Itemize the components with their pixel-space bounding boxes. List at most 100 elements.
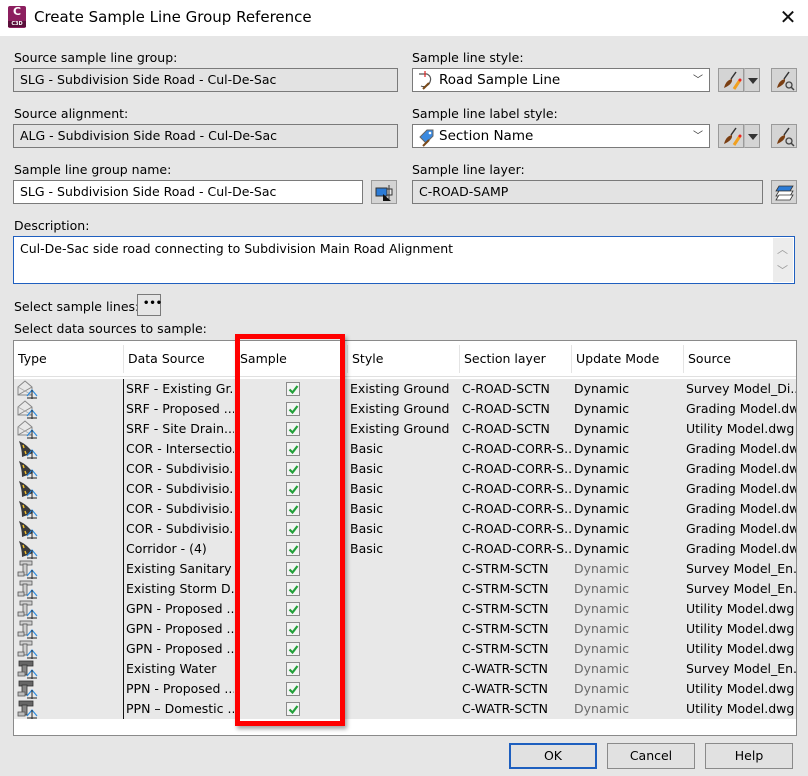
table-row[interactable]: SRF - Proposed ... Existing Ground C-ROAD-… (14, 399, 796, 419)
cell-section-layer[interactable]: C-STRM-SCTN (462, 559, 572, 579)
label-style-menu-arrow[interactable] (744, 124, 760, 148)
cell-update-mode[interactable]: Dynamic (574, 659, 682, 679)
layer-select-button[interactable] (771, 180, 797, 204)
cell-section-layer[interactable]: C-WATR-SCTN (462, 679, 572, 699)
cell-style[interactable]: Basic (350, 439, 458, 459)
cell-update-mode[interactable]: Dynamic (574, 439, 682, 459)
cell-update-mode[interactable]: Dynamic (574, 599, 682, 619)
table-row[interactable]: COR - Subdivisio... Basic C-ROAD-CORR-S...… (14, 499, 796, 519)
table-row[interactable]: Existing Sanitary ... C-STRM-SCTNDynamic S… (14, 559, 796, 579)
column-header-style[interactable]: Style (348, 341, 460, 377)
cell-section-layer[interactable]: C-ROAD-CORR-S... (462, 539, 572, 559)
sample-checkbox[interactable] (286, 422, 300, 436)
cell-section-layer[interactable]: C-ROAD-CORR-S... (462, 499, 572, 519)
sample-checkbox[interactable] (286, 642, 300, 656)
cell-update-mode[interactable]: Dynamic (574, 519, 682, 539)
column-header-update-mode[interactable]: Update Mode (572, 341, 684, 377)
cancel-button[interactable]: Cancel (607, 743, 695, 769)
cell-update-mode[interactable]: Dynamic (574, 459, 682, 479)
cell-section-layer[interactable]: C-ROAD-CORR-S... (462, 439, 572, 459)
column-header-data-source[interactable]: Data Source (124, 341, 236, 377)
scroll-up-icon[interactable]: ︿ (777, 241, 788, 257)
ok-button[interactable]: OK (509, 743, 597, 769)
sample-checkbox[interactable] (286, 402, 300, 416)
cell-style[interactable] (350, 659, 458, 679)
table-row[interactable]: COR - Intersectio... Basic C-ROAD-CORR-S..… (14, 439, 796, 459)
sample-checkbox[interactable] (286, 582, 300, 596)
cell-update-mode[interactable]: Dynamic (574, 539, 682, 559)
cell-style[interactable]: Basic (350, 499, 458, 519)
help-button[interactable]: Help (705, 743, 793, 769)
table-row[interactable]: Existing Water C-WATR-SCTN Dynamic Survey M… (14, 659, 796, 679)
cell-style[interactable] (350, 599, 458, 619)
cell-section-layer[interactable]: C-WATR-SCTN (462, 699, 572, 719)
line-style-edit-button[interactable] (718, 68, 744, 92)
column-header-type[interactable]: Type (14, 341, 124, 377)
sample-checkbox[interactable] (286, 522, 300, 536)
sample-checkbox[interactable] (286, 502, 300, 516)
column-header-section-layer[interactable]: Section layer (460, 341, 572, 377)
table-row[interactable]: COR - Subdivisio... Basic C-ROAD-CORR-S...… (14, 519, 796, 539)
line-style-menu-arrow[interactable] (744, 68, 760, 92)
table-row[interactable]: COR - Subdivisio... Basic C-ROAD-CORR-S...… (14, 479, 796, 499)
label-style-preview-button[interactable] (771, 124, 797, 148)
cell-section-layer[interactable]: C-STRM-SCTN (462, 579, 572, 599)
cell-section-layer[interactable]: C-ROAD-SCTN (462, 379, 572, 399)
sample-checkbox[interactable] (286, 482, 300, 496)
cell-section-layer[interactable]: C-ROAD-SCTN (462, 399, 572, 419)
cell-style[interactable] (350, 639, 458, 659)
line-style-preview-button[interactable] (771, 68, 797, 92)
cell-update-mode[interactable]: Dynamic (574, 679, 682, 699)
cell-section-layer[interactable]: C-ROAD-CORR-S... (462, 479, 572, 499)
cell-update-mode[interactable]: Dynamic (574, 399, 682, 419)
sample-checkbox[interactable] (286, 442, 300, 456)
scroll-down-icon[interactable]: ﹀ (777, 262, 788, 278)
cell-update-mode[interactable]: Dynamic (574, 479, 682, 499)
cell-style[interactable]: Basic (350, 479, 458, 499)
cell-update-mode[interactable]: Dynamic (574, 619, 682, 639)
cell-style[interactable]: Existing Ground (350, 399, 458, 419)
sample-checkbox[interactable] (286, 622, 300, 636)
table-row[interactable]: GPN - Proposed ... C-STRM-SCTN Dynamic Util… (14, 599, 796, 619)
table-row[interactable]: COR - Subdivisio... Basic C-ROAD-CORR-S...… (14, 459, 796, 479)
label-style-dropdown[interactable]: Section Name ﹀ (412, 124, 710, 148)
sample-checkbox[interactable] (286, 542, 300, 556)
description-scrollbar[interactable]: ︿ ﹀ (773, 238, 793, 282)
description-textarea[interactable]: Cul-De-Sac side road connecting to Subdi… (13, 236, 795, 284)
cell-update-mode[interactable]: Dynamic (574, 579, 682, 599)
cell-style[interactable]: Existing Ground (350, 419, 458, 439)
cell-update-mode[interactable]: Dynamic (574, 379, 682, 399)
cell-section-layer[interactable]: C-STRM-SCTN (462, 599, 572, 619)
cell-update-mode[interactable]: Dynamic (574, 639, 682, 659)
sample-checkbox[interactable] (286, 602, 300, 616)
sample-checkbox[interactable] (286, 382, 300, 396)
table-row[interactable]: GPN - Proposed ... C-STRM-SCTN Dynamic Util… (14, 619, 796, 639)
table-row[interactable]: SRF - Site Drain... Existing Ground C-ROAD… (14, 419, 796, 439)
sample-checkbox[interactable] (286, 702, 300, 716)
cell-section-layer[interactable]: C-STRM-SCTN (462, 639, 572, 659)
group-name-input[interactable]: SLG - Subdivision Side Road - Cul-De-Sac (13, 180, 363, 204)
cell-section-layer[interactable]: C-ROAD-CORR-S... (462, 459, 572, 479)
table-row[interactable]: GPN - Proposed ... C-STRM-SCTN Dynamic Util… (14, 639, 796, 659)
data-sources-grid[interactable]: Type Data Source Sample Style Section la… (13, 340, 797, 736)
table-row[interactable]: SRF - Existing Gr... Existing Ground C-ROA… (14, 379, 796, 399)
line-style-dropdown[interactable]: Road Sample Line ﹀ (412, 68, 710, 92)
close-button[interactable]: ✕ (776, 6, 800, 30)
cell-update-mode[interactable]: Dynamic (574, 499, 682, 519)
sample-checkbox[interactable] (286, 682, 300, 696)
name-template-button[interactable] (371, 180, 397, 204)
cell-update-mode[interactable]: Dynamic (574, 559, 682, 579)
cell-section-layer[interactable]: C-WATR-SCTN (462, 659, 572, 679)
label-style-edit-button[interactable] (718, 124, 744, 148)
table-row[interactable]: PPN - Proposed ... C-WATR-SCTN Dynamic Util… (14, 679, 796, 699)
sample-checkbox[interactable] (286, 562, 300, 576)
sample-checkbox[interactable] (286, 662, 300, 676)
cell-style[interactable]: Basic (350, 459, 458, 479)
cell-style[interactable] (350, 619, 458, 639)
cell-style[interactable]: Basic (350, 539, 458, 559)
column-header-sample[interactable]: Sample (236, 341, 348, 377)
sample-checkbox[interactable] (286, 462, 300, 476)
column-header-source[interactable]: Source (684, 341, 796, 377)
cell-section-layer[interactable]: C-STRM-SCTN (462, 619, 572, 639)
cell-section-layer[interactable]: C-ROAD-CORR-S... (462, 519, 572, 539)
